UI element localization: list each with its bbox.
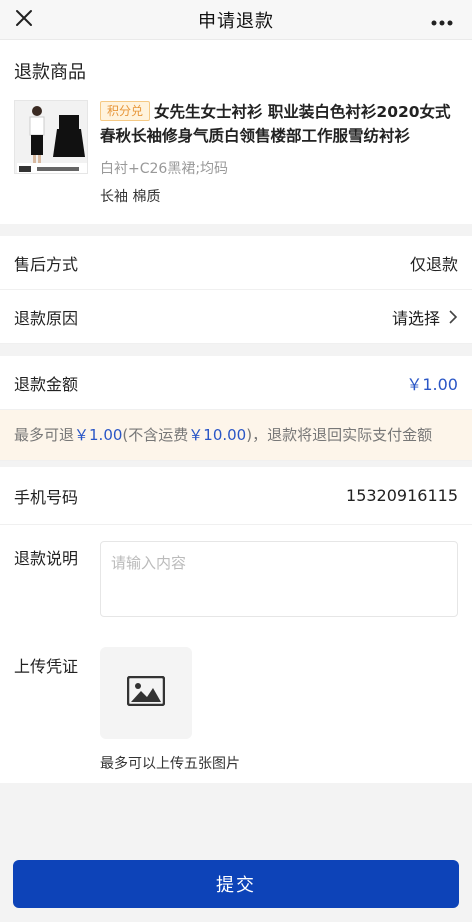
more-button[interactable] bbox=[428, 8, 456, 32]
product-info: 积分兑 女先生女士衬衫 职业装白色衬衫2020女式春秋长袖修身气质白领售楼部工作服… bbox=[100, 100, 458, 206]
refund-reason-label: 退款原因 bbox=[14, 308, 79, 328]
refund-page: 申请退款 退款商品 积分兑 女先生女士衬衫 职业装白色衬衫2020女式春秋长袖修… bbox=[0, 0, 472, 922]
close-button[interactable] bbox=[10, 6, 38, 34]
submit-button[interactable]: 提交 bbox=[13, 860, 459, 908]
refund-product-section: 退款商品 积分兑 女先生女士衬衫 职业装白色衬衫2020女式春秋长袖修身气质白领… bbox=[0, 40, 472, 224]
refund-reason-placeholder: 请选择 bbox=[391, 308, 440, 328]
submit-area: 提交 bbox=[13, 860, 459, 908]
refund-notice: 最多可退￥1.00(不含运费￥10.00)，退款将退回实际支付金额 bbox=[0, 410, 472, 461]
divider bbox=[0, 344, 472, 356]
after-sale-method-label: 售后方式 bbox=[14, 254, 79, 274]
upload-proof-label: 上传凭证 bbox=[14, 657, 79, 676]
product-thumbnail bbox=[14, 100, 88, 174]
refund-reason-row[interactable]: 退款原因 请选择 bbox=[0, 290, 472, 344]
image-icon bbox=[126, 675, 166, 710]
phone-value: 15320916115 bbox=[346, 486, 458, 505]
points-exchange-badge: 积分兑 bbox=[100, 101, 151, 121]
product-spec: 白衬+C26黑裙;均码 bbox=[100, 161, 229, 177]
top-bar: 申请退款 bbox=[0, 0, 472, 40]
phone-row: 手机号码 15320916115 bbox=[0, 467, 472, 525]
chevron-right-icon bbox=[448, 309, 458, 324]
after-sale-method-row: 售后方式 仅退款 bbox=[0, 236, 472, 290]
divider bbox=[0, 224, 472, 236]
upload-image-button[interactable] bbox=[100, 647, 192, 739]
notice-max-refund: ￥1.00 bbox=[74, 426, 123, 444]
upload-proof-row: 上传凭证 bbox=[0, 633, 472, 739]
refund-reason-select[interactable]: 请选择 bbox=[392, 305, 458, 329]
product-attributes: 长袖 棉质 bbox=[100, 189, 161, 205]
upload-hint: 最多可以上传五张图片 bbox=[0, 739, 472, 783]
refund-description-input[interactable]: 请输入内容 bbox=[100, 541, 458, 617]
more-icon bbox=[431, 11, 453, 30]
product-title: 女先生女士衬衫 职业装白色衬衫2020女式春秋长袖修身气质白领售楼部工作服雪纺衬… bbox=[100, 103, 451, 145]
refund-amount-value: ￥1.00 bbox=[406, 374, 458, 394]
phone-label: 手机号码 bbox=[14, 487, 79, 507]
section-title: 退款商品 bbox=[14, 62, 86, 83]
after-sale-method-value: 仅退款 bbox=[409, 254, 458, 274]
product-title-block: 积分兑 女先生女士衬衫 职业装白色衬衫2020女式春秋长袖修身气质白领售楼部工作服… bbox=[100, 100, 458, 148]
page-title: 申请退款 bbox=[198, 10, 274, 32]
product-item: 积分兑 女先生女士衬衫 职业装白色衬衫2020女式春秋长袖修身气质白领售楼部工作服… bbox=[0, 92, 472, 224]
notice-suffix: )，退款将退回实际支付金额 bbox=[246, 426, 433, 444]
notice-prefix: 最多可退 bbox=[14, 426, 75, 444]
notice-shipping: ￥10.00 bbox=[188, 426, 247, 444]
refund-description-label: 退款说明 bbox=[14, 549, 79, 568]
notice-middle: (不含运费 bbox=[122, 426, 189, 444]
close-icon bbox=[15, 9, 33, 31]
refund-amount-label: 退款金额 bbox=[14, 374, 79, 394]
refund-description-row: 退款说明 请输入内容 bbox=[0, 525, 472, 633]
refund-amount-row: 退款金额 ￥1.00 bbox=[0, 356, 472, 410]
